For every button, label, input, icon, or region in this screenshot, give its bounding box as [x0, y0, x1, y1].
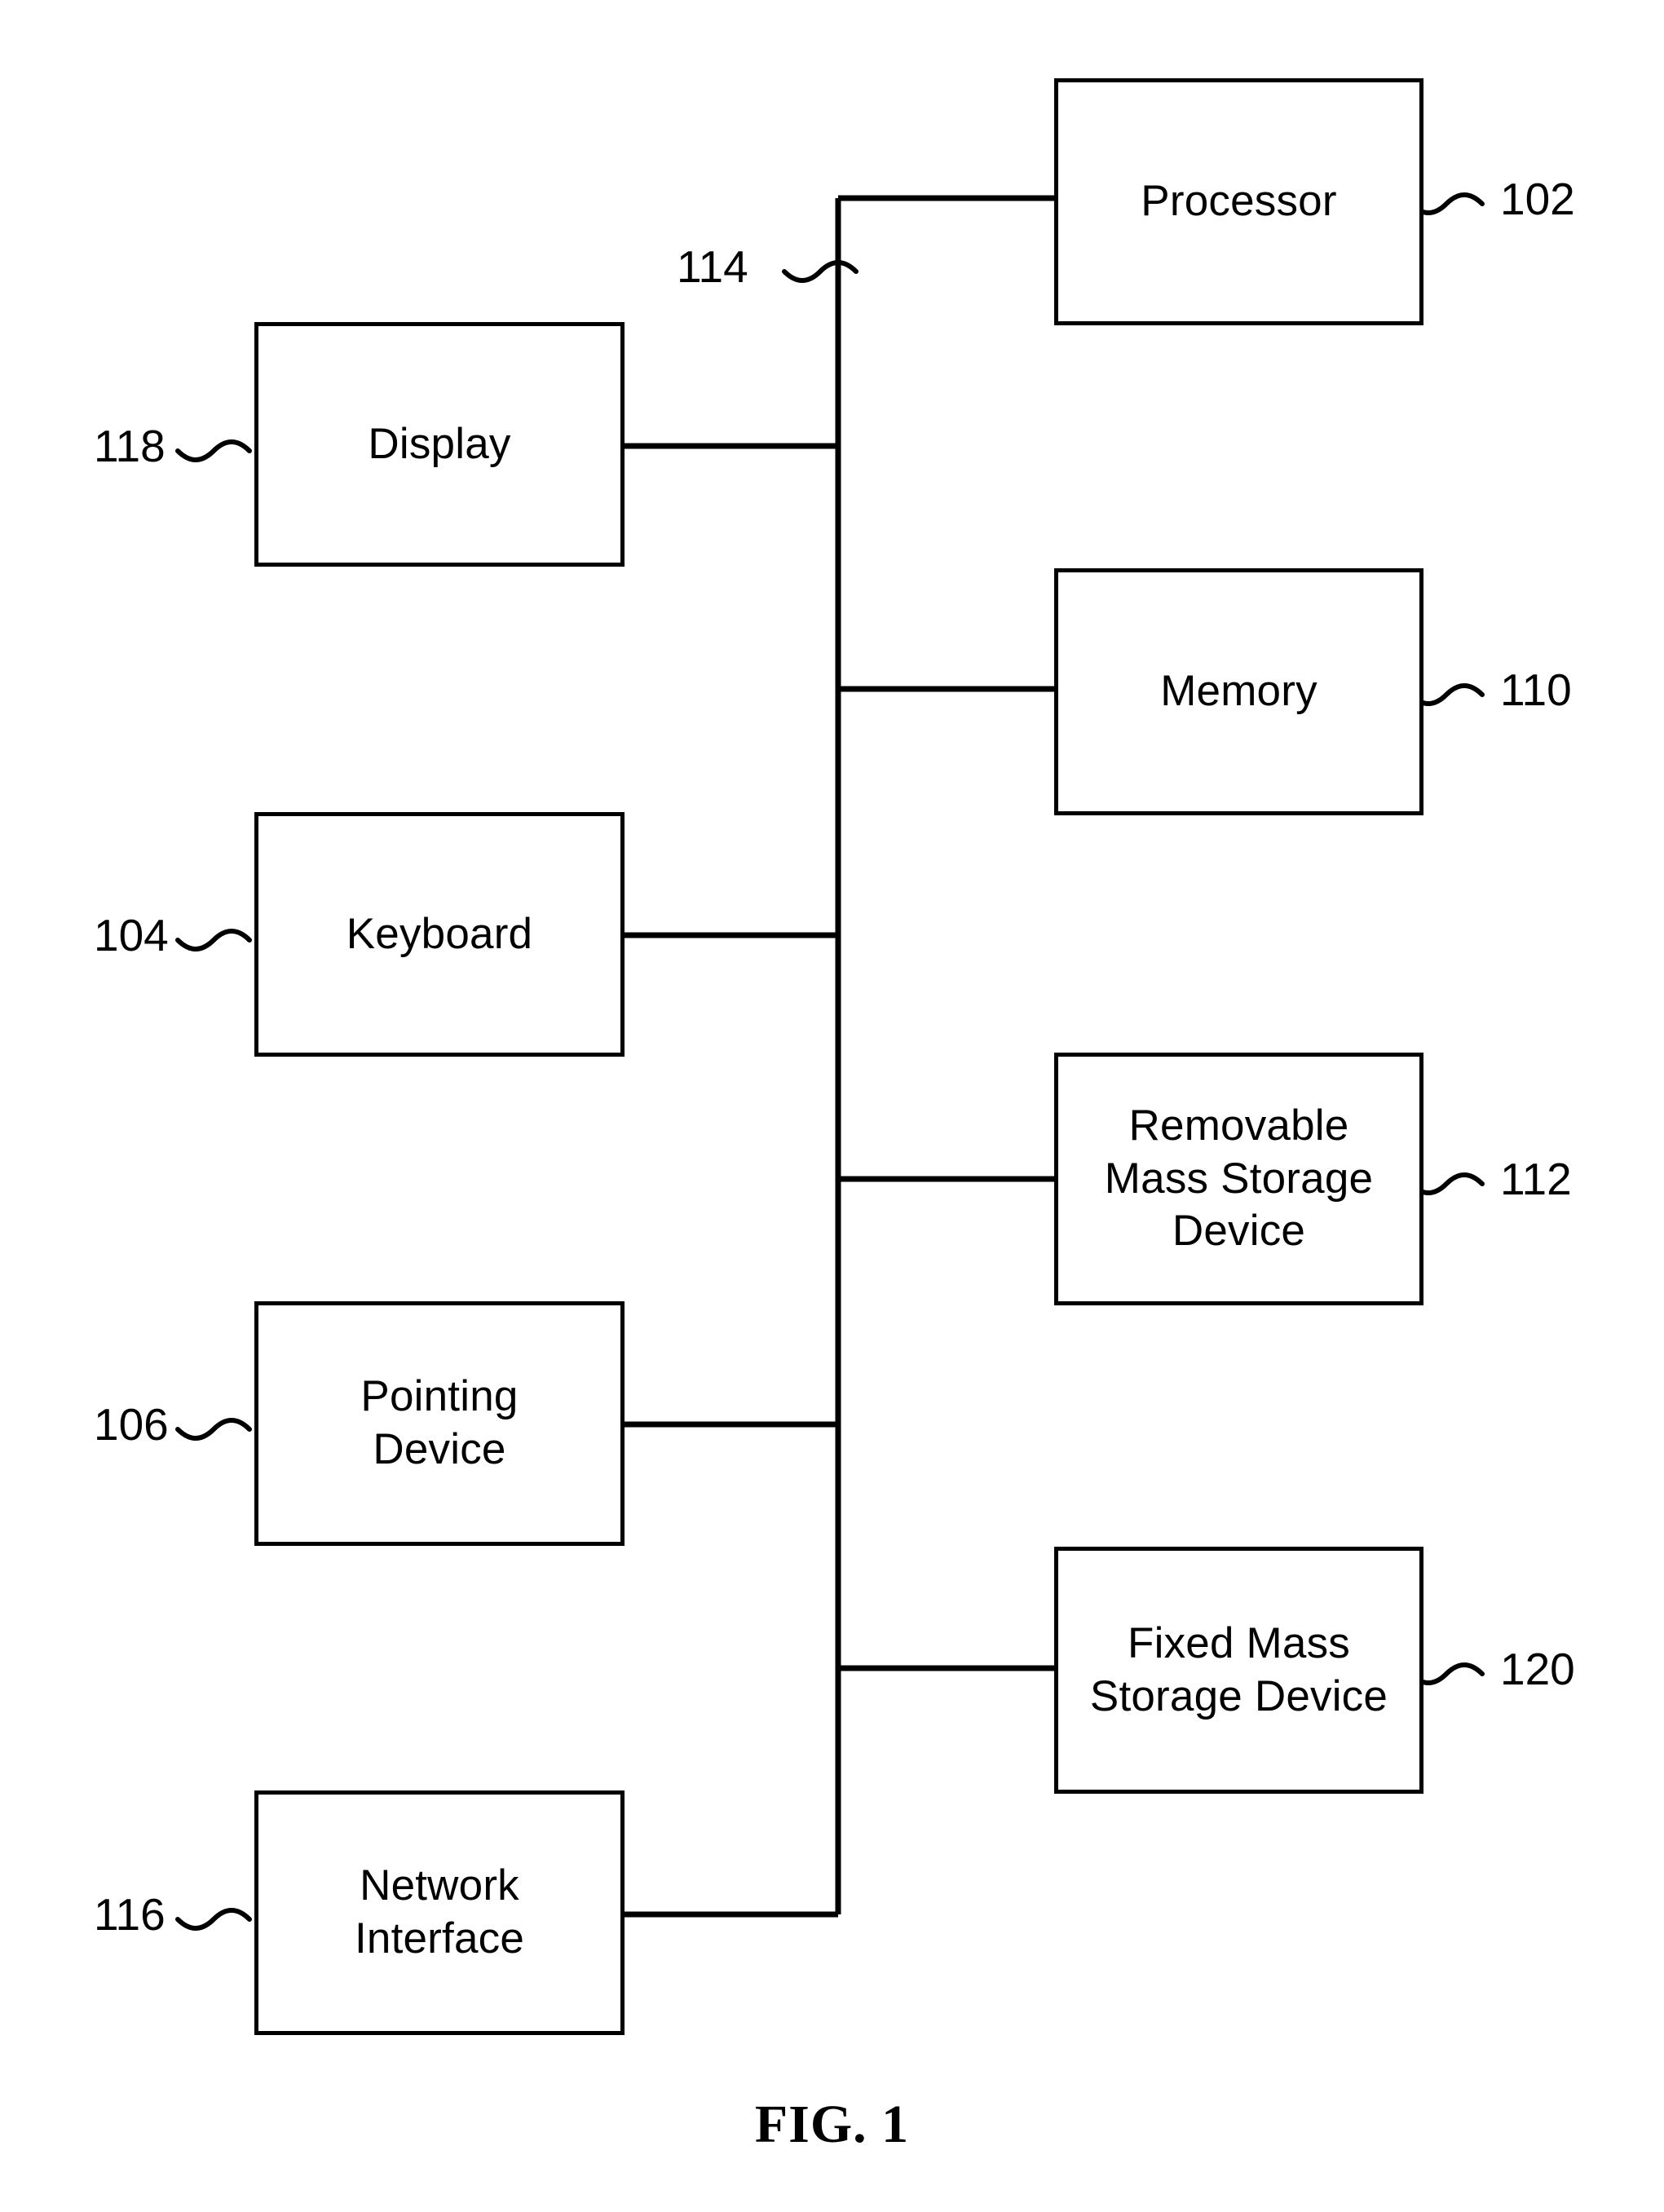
block-display-label: Display: [368, 419, 511, 468]
block-display[interactable]: Display: [254, 322, 625, 567]
ref-numeral-118: 118: [94, 421, 166, 471]
block-network-interface[interactable]: Network Interface: [254, 1790, 625, 2035]
block-removable-mass-storage-device[interactable]: Removable Mass Storage Device: [1054, 1053, 1423, 1305]
ref-numeral-112: 112: [1500, 1154, 1572, 1204]
block-network-interface-label: Network Interface: [354, 1861, 525, 1963]
block-memory[interactable]: Memory: [1054, 568, 1423, 815]
ref-numeral-102: 102: [1500, 174, 1575, 224]
ref-squiggle-114: [782, 260, 858, 283]
block-keyboard-label: Keyboard: [346, 909, 533, 958]
block-removable-mass-storage-device-label: Removable Mass Storage Device: [1104, 1102, 1374, 1256]
patent-figure-1: Processor Memory Removable Mass Storage …: [0, 0, 1664, 2212]
ref-squiggle-118: [175, 439, 252, 462]
ref-numeral-110: 110: [1500, 664, 1572, 715]
ref-squiggle-116: [175, 1908, 252, 1931]
block-processor[interactable]: Processor: [1054, 78, 1423, 325]
ref-squiggle-106: [175, 1418, 252, 1441]
block-pointing-device-label: Pointing Device: [360, 1372, 519, 1473]
block-fixed-mass-storage-device-label: Fixed Mass Storage Device: [1089, 1618, 1388, 1720]
figure-caption: FIG. 1: [754, 2095, 910, 2154]
block-processor-label: Processor: [1141, 177, 1337, 226]
ref-numeral-116: 116: [94, 1889, 166, 1940]
block-memory-label: Memory: [1160, 667, 1318, 716]
ref-numeral-120: 120: [1500, 1644, 1575, 1694]
block-pointing-device[interactable]: Pointing Device: [254, 1301, 625, 1546]
ref-numeral-104: 104: [94, 910, 169, 960]
block-fixed-mass-storage-device[interactable]: Fixed Mass Storage Device: [1054, 1547, 1423, 1794]
ref-numeral-114: 114: [677, 241, 748, 292]
ref-numeral-106: 106: [94, 1399, 169, 1450]
ref-squiggle-104: [175, 929, 252, 951]
block-keyboard[interactable]: Keyboard: [254, 812, 625, 1057]
